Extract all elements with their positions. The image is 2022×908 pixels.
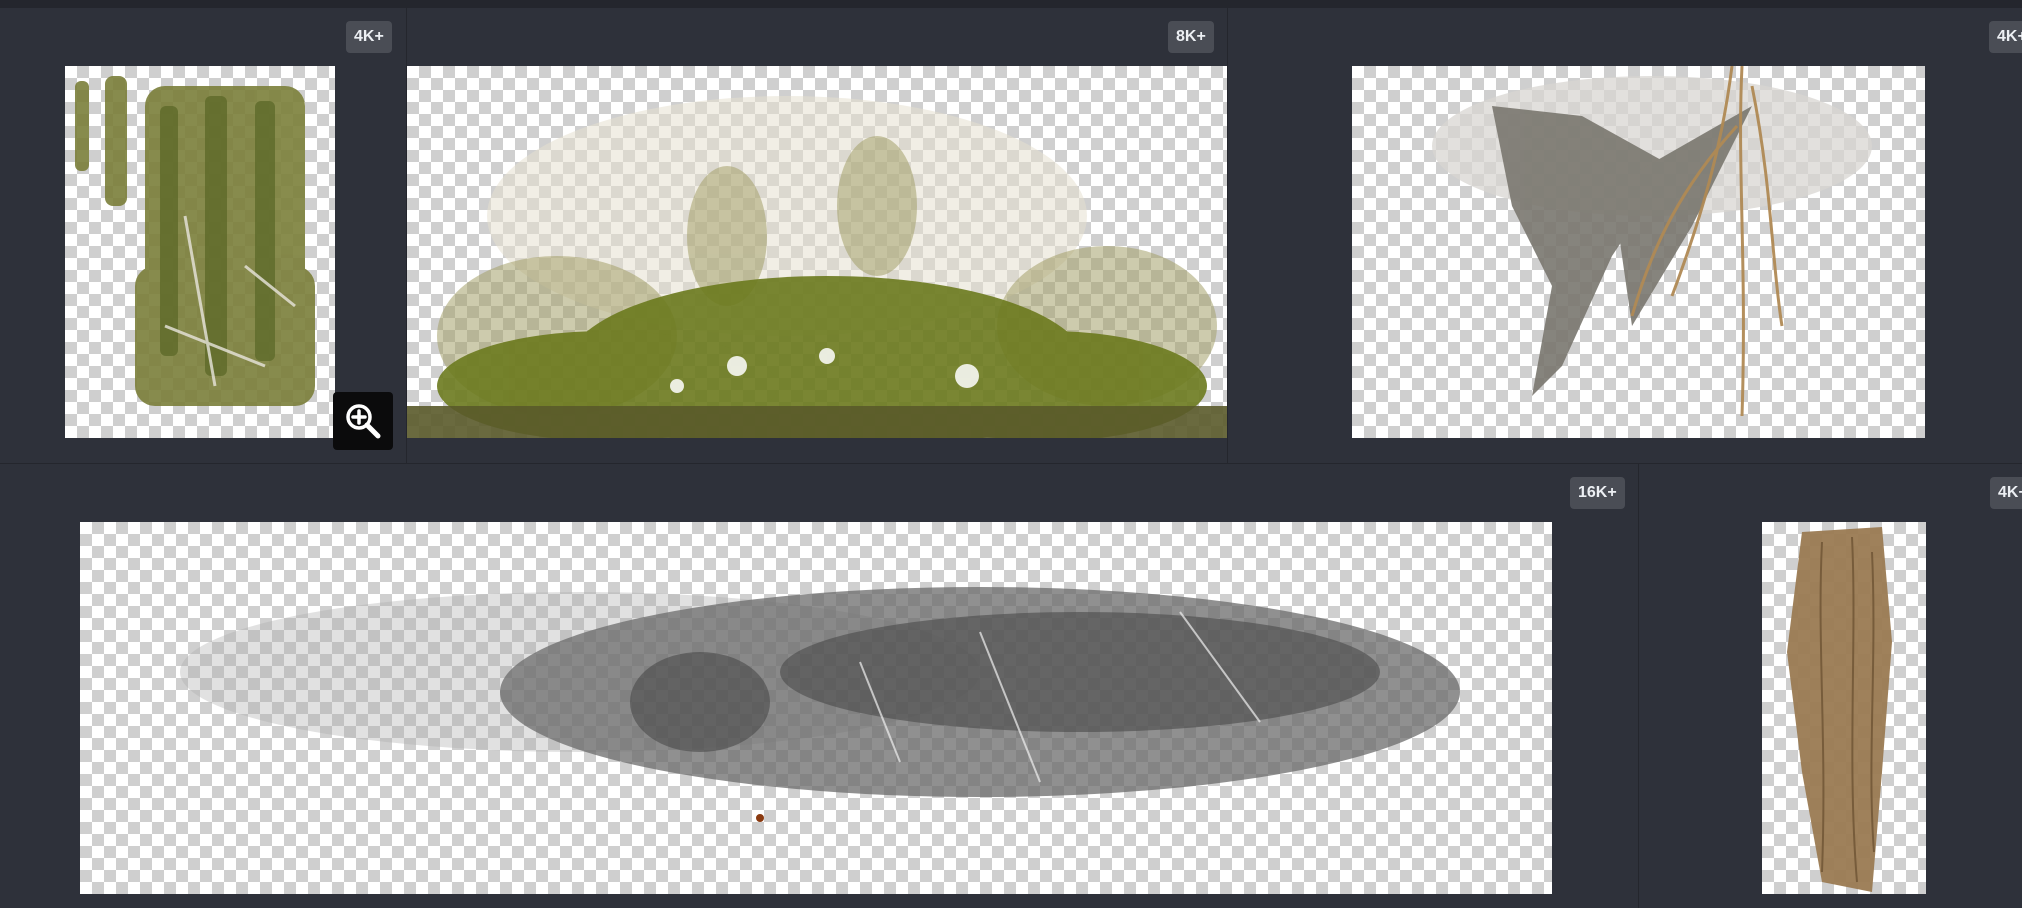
resolution-badge: 16K+ [1570, 477, 1625, 509]
thumbnail-moss-bush[interactable] [407, 66, 1227, 438]
gallery-item-2[interactable]: 8K+ [407, 8, 1227, 463]
moss-texture-image [75, 76, 315, 406]
zoom-in-icon [346, 404, 381, 439]
resolution-badge: 4K+ [1989, 21, 2022, 53]
thumbnail-roots[interactable] [1352, 66, 1925, 438]
moss-bush-texture-image [407, 96, 1227, 438]
zoom-in-button[interactable] [333, 392, 393, 450]
gallery-item-3[interactable]: 4K+ [1228, 8, 2022, 463]
gallery-item-5[interactable]: 4K+ [1639, 464, 2022, 908]
hanging-roots-texture-image [1787, 527, 1892, 892]
thumbnail-moss[interactable] [65, 66, 335, 438]
top-bar [0, 0, 2022, 8]
resolution-badge: 4K+ [1990, 477, 2022, 509]
thumbnail-dirt[interactable] [80, 522, 1552, 894]
resolution-badge: 4K+ [346, 21, 392, 53]
gallery-item-4[interactable]: 16K+ [0, 464, 1638, 908]
dirt-texture-image [180, 587, 1460, 822]
thumbnail-hanging-roots[interactable] [1762, 522, 1926, 894]
resolution-badge: 8K+ [1168, 21, 1214, 53]
roots-texture-image [1432, 66, 1872, 417]
